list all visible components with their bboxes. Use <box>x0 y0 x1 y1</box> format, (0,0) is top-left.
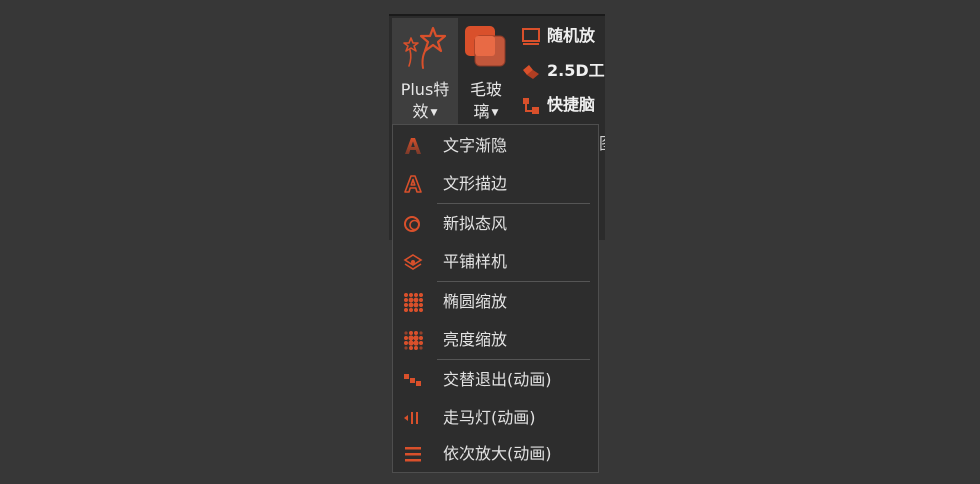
marquee-icon <box>404 412 418 424</box>
menu-item-tile-mockup[interactable]: 平铺样机 <box>393 243 598 279</box>
menu-item-neumorphism[interactable]: 新拟态风 <box>393 205 598 241</box>
hidden-ribbon-label: 图 <box>599 130 605 154</box>
brightness-zoom-icon <box>404 331 423 350</box>
frosted-glass-icon <box>465 26 506 67</box>
2-5d-tool-button[interactable]: 2.5D工 <box>521 59 605 83</box>
menu-item-label: 平铺样机 <box>443 252 508 271</box>
menu-item-sequential-zoom[interactable]: 依次放大(动画) <box>393 435 598 471</box>
menu-item-ellipse-zoom[interactable]: 椭圆缩放 <box>393 283 598 319</box>
quick-mindmap-label: 快捷脑 <box>547 95 596 114</box>
magic-stars-icon <box>403 26 447 69</box>
random-icon <box>522 27 540 45</box>
2-5d-tool-label: 2.5D工 <box>547 61 605 80</box>
plus-effects-button[interactable]: Plus特 效 ▼ <box>392 18 458 138</box>
menu-item-label: 椭圆缩放 <box>443 292 508 311</box>
alternate-exit-icon <box>404 374 421 386</box>
caret-down-icon: ▼ <box>430 107 438 118</box>
menu-item-text-outline[interactable]: 文形描边 <box>393 165 598 201</box>
frosted-glass-label-line2: 璃 ▼ <box>473 102 499 121</box>
cube-icon <box>523 64 539 79</box>
menu-item-alternate-exit[interactable]: 交替退出(动画) <box>393 361 598 397</box>
menu-item-text-fade[interactable]: 文字渐隐 <box>393 127 598 163</box>
menu-item-label: 亮度缩放 <box>443 330 508 349</box>
menu-item-label: 依次放大(动画) <box>443 444 552 463</box>
menu-item-label: 文字渐隐 <box>443 136 508 155</box>
menu-item-brightness-zoom[interactable]: 亮度缩放 <box>393 321 598 357</box>
neumorphism-icon <box>404 216 420 232</box>
random-placement-button[interactable]: 随机放 <box>521 24 595 48</box>
menu-separator <box>437 203 590 204</box>
mindmap-icon <box>523 97 539 114</box>
tile-mockup-icon <box>403 254 423 270</box>
quick-mindmap-button[interactable]: 快捷脑 <box>521 93 595 117</box>
ellipse-zoom-icon <box>404 293 423 312</box>
menu-item-label: 走马灯(动画) <box>443 408 536 427</box>
menu-separator <box>437 281 590 282</box>
caret-down-icon: ▼ <box>491 107 499 118</box>
menu-item-label: 新拟态风 <box>443 214 508 233</box>
plus-effects-dropdown-menu: 文字渐隐 文形描边 新拟态风 平铺样机 椭圆缩放 亮度缩放 交替退出(动画) 走… <box>392 124 599 473</box>
frosted-glass-label-line1: 毛玻 <box>469 80 502 99</box>
menu-item-label: 交替退出(动画) <box>443 370 552 389</box>
ribbon-top-border <box>389 14 605 16</box>
text-fade-icon <box>405 138 421 154</box>
frosted-glass-button[interactable]: 毛玻 璃 ▼ <box>459 18 513 138</box>
menu-item-marquee[interactable]: 走马灯(动画) <box>393 399 598 435</box>
text-outline-icon <box>404 175 422 193</box>
sequential-zoom-icon <box>405 447 421 462</box>
plus-effects-label-line1: Plus特 <box>400 80 450 99</box>
menu-separator <box>437 359 590 360</box>
plus-effects-label-line2: 效 ▼ <box>412 102 438 121</box>
menu-item-label: 文形描边 <box>443 174 508 193</box>
random-placement-label: 随机放 <box>547 26 596 45</box>
